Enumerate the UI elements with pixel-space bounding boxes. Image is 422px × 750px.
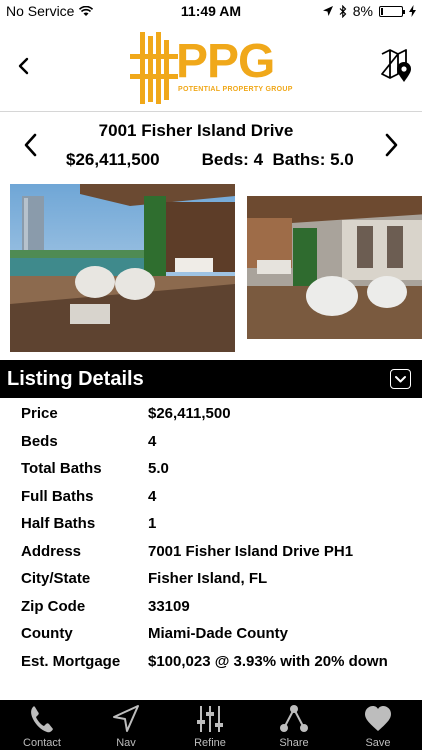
share-icon: [280, 705, 308, 732]
listing-price: $26,411,500: [66, 150, 160, 169]
status-right: 8%: [322, 3, 416, 19]
tab-share[interactable]: Share: [252, 700, 336, 750]
baths-label: Baths: 5.0: [272, 150, 354, 169]
detail-value: Fisher Island, FL: [148, 570, 268, 587]
status-bar: No Service 11:49 AM 8%: [0, 0, 422, 22]
listing-photo[interactable]: [247, 196, 422, 339]
detail-key: Price: [21, 405, 58, 422]
detail-key: Full Baths: [21, 488, 94, 505]
tab-save[interactable]: Save: [336, 700, 420, 750]
address-title-text: 7001 Fisher Island Drive: [98, 121, 294, 140]
detail-value: Miami-Dade County: [148, 625, 289, 642]
listing-details-header[interactable]: Listing Details: [0, 360, 422, 398]
back-button[interactable]: [14, 54, 34, 78]
tab-label: Share: [279, 737, 309, 749]
detail-value: 33109: [148, 598, 190, 615]
phone-icon: [31, 706, 53, 733]
beds-label: Beds: 4: [201, 150, 264, 169]
tab-label: Save: [365, 737, 391, 749]
map-button[interactable]: [380, 48, 412, 84]
detail-key: Beds: [21, 433, 58, 450]
detail-value: $100,023 @ 3.93% with 20% down: [148, 653, 388, 670]
chevron-down-icon: [395, 376, 406, 383]
listing-summary: 7001 Fisher Island Drive $26,411,500 Bed…: [0, 112, 422, 180]
logo-subtitle: POTENTIAL PROPERTY GROUP: [178, 86, 293, 93]
detail-value: 7001 Fisher Island Drive PH1: [148, 543, 354, 560]
listing-address-title: 7001 Fisher Island Drive: [0, 121, 422, 141]
map-pin-icon: [381, 49, 411, 82]
location-arrow-icon: [322, 6, 333, 16]
tab-nav[interactable]: Nav: [84, 700, 168, 750]
listing-details-title: Listing Details: [7, 368, 144, 390]
listing-photo[interactable]: [10, 184, 235, 352]
detail-key: Zip Code: [21, 598, 86, 615]
detail-key: County: [21, 625, 73, 642]
tab-label: Contact: [23, 737, 61, 749]
photo-carousel[interactable]: [0, 184, 422, 354]
bottom-tab-bar: Contact Nav Refine Share Save: [0, 700, 422, 750]
logo-mark-icon: [130, 32, 178, 104]
battery-tip: [403, 9, 405, 14]
battery-icon: [379, 5, 405, 17]
detail-value: 4: [148, 433, 157, 450]
tab-contact[interactable]: Contact: [0, 700, 84, 750]
detail-value: 1: [148, 515, 157, 532]
tab-label: Nav: [116, 737, 136, 749]
detail-key: Half Baths: [21, 515, 96, 532]
listing-summary-row: $26,411,500 Beds: 4 Baths: 5.0: [66, 150, 354, 170]
detail-key: Est. Mortgage: [21, 653, 121, 670]
battery-percent: 8%: [352, 3, 373, 19]
chevron-right-icon: [385, 133, 398, 157]
detail-value: 4: [148, 488, 157, 505]
photo-terrace-image: [10, 184, 235, 352]
detail-value: $26,411,500: [148, 405, 231, 422]
app-header: PPG POTENTIAL PROPERTY GROUP: [0, 22, 422, 112]
battery-level: [381, 7, 383, 15]
navigation-arrow-icon: [113, 705, 139, 732]
logo-text: PPG: [176, 35, 275, 88]
heart-icon: [365, 706, 391, 731]
chevron-left-icon: [18, 57, 29, 75]
charging-bolt-icon: [409, 5, 416, 17]
next-listing-button[interactable]: [382, 132, 400, 158]
detail-key: Address: [21, 543, 82, 560]
collapse-button[interactable]: [390, 369, 411, 389]
photo-living-image: [247, 196, 422, 339]
sliders-icon: [197, 706, 223, 732]
beds-baths: Beds: 4 Baths: 5.0: [202, 150, 354, 170]
detail-key: Total Baths: [21, 460, 102, 477]
detail-key: City/State: [21, 570, 91, 587]
bluetooth-icon: [339, 4, 347, 18]
detail-value: 5.0: [148, 460, 169, 477]
tab-refine[interactable]: Refine: [168, 700, 252, 750]
ppg-logo: PPG POTENTIAL PROPERTY GROUP: [128, 32, 298, 106]
tab-label: Refine: [194, 737, 226, 749]
